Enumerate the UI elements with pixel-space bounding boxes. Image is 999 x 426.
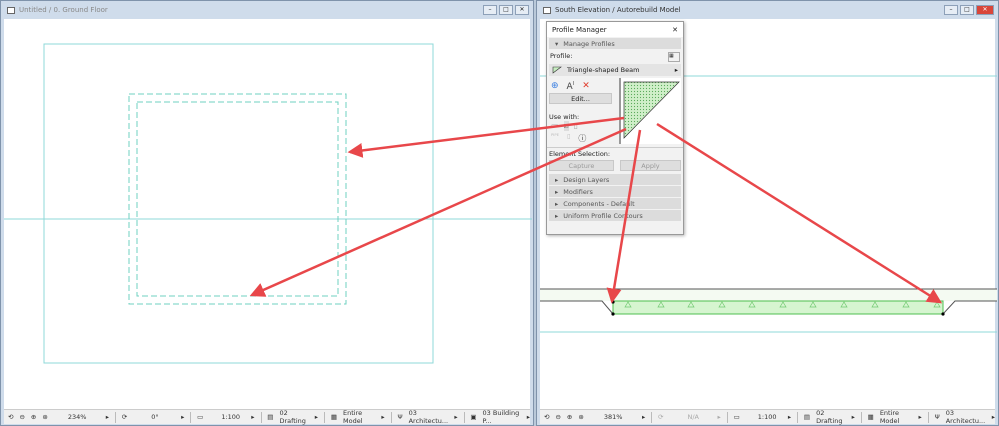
profile-manager-palette: Profile Manager ✕ ▾ Manage Profiles Profil…: [546, 21, 684, 235]
rotate-icon: ⟳: [658, 413, 664, 421]
dimension-standard[interactable]: 03 Building P...: [483, 409, 521, 425]
profile-selector[interactable]: Triangle-shaped Beam ▸: [549, 64, 681, 76]
palette-header[interactable]: Profile Manager ✕: [547, 22, 683, 37]
title-bar[interactable]: Untitled / 0. Ground Floor: [1, 1, 533, 19]
rename-icon[interactable]: AI: [567, 81, 575, 92]
profile-preview: [619, 78, 681, 144]
layer-combo[interactable]: 02 Drafting: [279, 409, 308, 425]
section-label: Design Layers: [563, 175, 610, 184]
section-label: Components - Default: [563, 199, 635, 208]
apply-label: Apply: [641, 161, 660, 170]
railing-icon[interactable]: ▯: [567, 133, 570, 144]
scale-value[interactable]: 1:100: [221, 413, 245, 421]
pen-icon: Ψ: [397, 413, 403, 421]
scale-value[interactable]: 1:100: [758, 413, 782, 421]
pen-icon: Ψ: [934, 413, 940, 421]
close-button[interactable]: ✕: [976, 5, 994, 15]
angle-value: N/A: [687, 413, 699, 421]
section-label: Modifiers: [563, 187, 593, 196]
scale-icon: ▭: [733, 413, 740, 421]
zoom-in-icon[interactable]: ⊕: [567, 413, 572, 421]
profile-label: Profile:: [550, 52, 573, 60]
window-title: South Elevation / Autorebuild Model: [555, 6, 681, 14]
pipe-icon[interactable]: ᴾᴵᴾᴱ: [551, 133, 559, 144]
section-label: Manage Profiles: [563, 39, 615, 48]
floor-plan-canvas[interactable]: [4, 19, 532, 409]
maximize-button[interactable]: □: [499, 5, 513, 15]
hotspot: [611, 300, 615, 304]
zoom-value[interactable]: 381%: [604, 413, 636, 421]
beam-icon[interactable]: ⧄: [563, 121, 569, 131]
dimension-icon: ▣: [470, 413, 477, 421]
fit-icon[interactable]: ⊛: [578, 413, 583, 421]
undo-zoom-icon[interactable]: ⟲: [8, 413, 13, 421]
wall-icon[interactable]: ▭: [551, 121, 559, 131]
element-selection-label: Element Selection:: [549, 150, 611, 158]
section-modifiers[interactable]: ▸ Modifiers: [549, 186, 681, 197]
floor-plan-window: Untitled / 0. Ground Floor – □ ✕ ⟲ ⊖ ⊕ ⊛ 234%…: [0, 0, 534, 426]
section-components[interactable]: ▸ Components - Default: [549, 198, 681, 209]
section-design-layers[interactable]: ▸ Design Layers: [549, 174, 681, 185]
model-view-icon: ▦: [867, 413, 874, 421]
profile-name: Triangle-shaped Beam: [567, 66, 640, 74]
minimize-button[interactable]: –: [483, 5, 497, 15]
window-icon: [7, 6, 15, 14]
minimize-button[interactable]: –: [944, 5, 958, 15]
capture-label: Capture: [568, 161, 595, 170]
column-icon[interactable]: ▯: [574, 121, 578, 131]
zoom-out-icon[interactable]: ⊖: [19, 413, 24, 421]
section-label: Uniform Profile Contours: [563, 211, 643, 220]
scale-icon: ▭: [197, 413, 204, 421]
rotate-icon[interactable]: ⟳: [122, 413, 127, 421]
zoom-value[interactable]: 234%: [68, 413, 100, 421]
model-view[interactable]: Entire Model: [343, 409, 375, 425]
window-icon: [543, 6, 551, 14]
manage-profiles-section[interactable]: ▾ Manage Profiles: [549, 38, 681, 49]
beam-outline-inner: [136, 101, 339, 297]
model-view-icon: ▦: [330, 413, 337, 421]
layers-icon: ▤: [803, 413, 811, 421]
status-bar: ⟲ ⊖ ⊕ ⊛ 234% ▸ ⟳ 0° ▸ ▭ 1:100 ▸ ▤ 02 Drafting ▸ ▦ E…: [4, 409, 530, 425]
undo-zoom-icon[interactable]: ⟲: [544, 413, 549, 421]
layers-icon: ▤: [267, 413, 274, 421]
edit-button[interactable]: Edit...: [549, 93, 612, 104]
title-bar[interactable]: South Elevation / Autorebuild Model: [537, 1, 998, 19]
status-bar: ⟲ ⊖ ⊕ ⊛ 381% ▸ ⟳ N/A ▸ ▭ 1:100 ▸ ▤ 02 Drafting ▸ ▦…: [540, 409, 995, 425]
close-button[interactable]: ✕: [515, 5, 529, 15]
new-profile-icon[interactable]: ⊕: [551, 81, 559, 92]
use-with-label: Use with:: [549, 113, 580, 121]
palette-title: Profile Manager: [552, 25, 607, 34]
delete-icon[interactable]: ✕: [582, 81, 590, 92]
maximize-button[interactable]: □: [960, 5, 974, 15]
apply-button[interactable]: Apply: [619, 160, 681, 171]
capture-button[interactable]: Capture: [549, 160, 614, 171]
hotspot: [611, 312, 615, 316]
angle-value[interactable]: 0°: [151, 413, 175, 421]
fit-icon[interactable]: ⊛: [42, 413, 47, 421]
info-icon[interactable]: ⓘ: [578, 133, 586, 144]
layer-combo[interactable]: 02 Drafting: [816, 409, 846, 425]
triangle-profile-icon: [552, 66, 562, 74]
outer-rectangle: [43, 43, 434, 364]
hotspot: [941, 312, 945, 316]
beam-elevation: [612, 300, 944, 315]
pen-set[interactable]: 03 Architectu...: [409, 409, 449, 425]
pen-set[interactable]: 03 Architectu...: [946, 409, 986, 425]
zoom-in-icon[interactable]: ⊕: [31, 413, 36, 421]
section-uniform-contours[interactable]: ▸ Uniform Profile Contours: [549, 210, 681, 221]
profile-options-icon[interactable]: ▦: [668, 52, 680, 62]
zoom-out-icon[interactable]: ⊖: [555, 413, 560, 421]
close-icon[interactable]: ✕: [672, 26, 678, 34]
slab-fill: [540, 289, 997, 301]
model-view[interactable]: Entire Model: [880, 409, 913, 425]
window-title: Untitled / 0. Ground Floor: [19, 6, 108, 14]
edit-label: Edit...: [571, 94, 590, 103]
beam-outline-outer: [128, 93, 347, 305]
